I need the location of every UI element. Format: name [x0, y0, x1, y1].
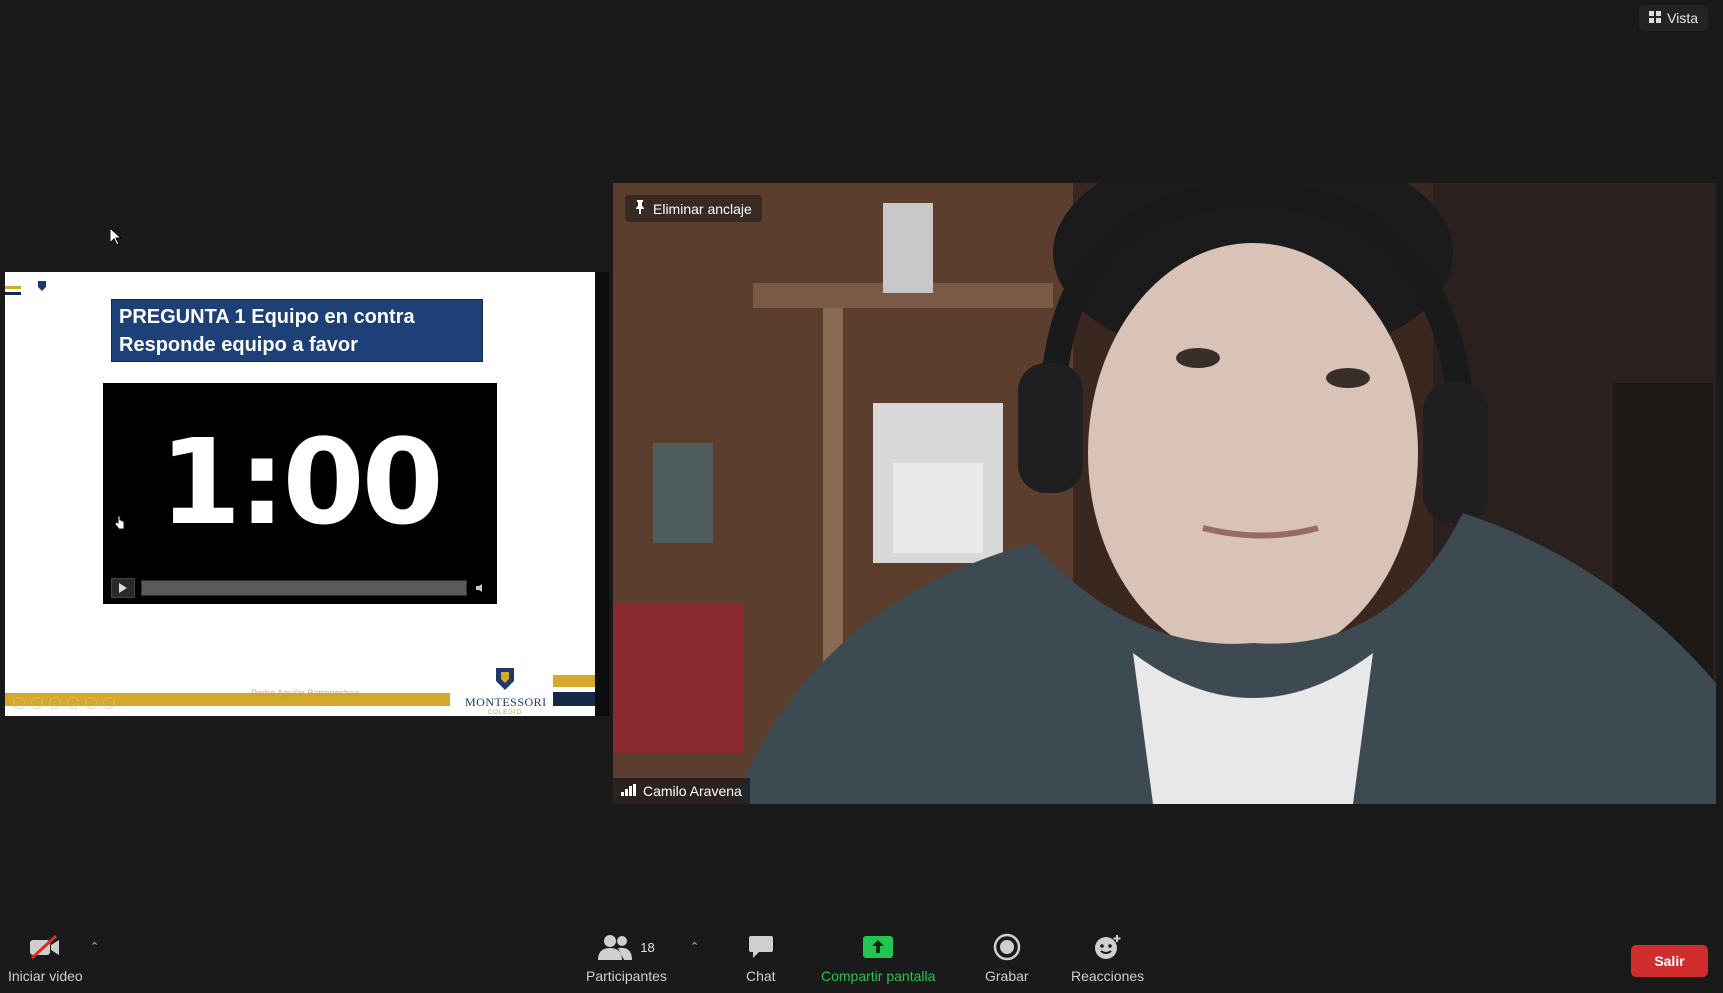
view-button[interactable]: Vista — [1639, 5, 1708, 31]
video-off-icon — [28, 932, 62, 962]
share-screen-icon — [862, 932, 894, 962]
start-video-label: Iniciar video — [8, 968, 83, 984]
right-gold-stripe — [553, 675, 595, 687]
unpin-label: Eliminar anclaje — [653, 200, 752, 217]
timer-video[interactable]: 1:00 — [103, 383, 497, 604]
volume-icon — [476, 584, 482, 592]
meeting-toolbar: Iniciar video ⌃ 18 Participantes ⌃ Chat … — [0, 922, 1723, 993]
montessori-logo: MONTESSORI COLEGIO — [465, 668, 547, 716]
participants-count: 18 — [640, 939, 655, 955]
reaction-emoji-icon — [1093, 932, 1123, 962]
slide-navigation-icons — [13, 697, 115, 709]
reactions-label: Reacciones — [1071, 968, 1145, 984]
pin-icon — [635, 200, 645, 217]
record-icon — [993, 932, 1021, 962]
participants-label: Participantes — [586, 968, 667, 984]
record-label: Grabar — [985, 968, 1029, 984]
grid-icon — [1649, 10, 1662, 26]
chat-label: Chat — [746, 968, 776, 984]
participants-options-caret-icon[interactable]: ⌃ — [690, 940, 699, 953]
participant-video-tile[interactable]: Eliminar anclaje Camilo Aravena — [613, 183, 1716, 804]
corner-stripes — [5, 286, 21, 298]
logo-sub: COLEGIO — [487, 710, 523, 716]
question-line-2: Responde equipo a favor — [119, 334, 358, 356]
play-icon — [119, 583, 127, 593]
share-screen-label: Compartir pantalla — [821, 968, 936, 984]
play-button[interactable] — [111, 578, 135, 598]
view-label: Vista — [1667, 10, 1698, 26]
chat-button[interactable]: Chat — [746, 932, 776, 984]
mouse-cursor-icon — [109, 226, 123, 251]
start-video-button[interactable]: Iniciar video — [8, 932, 83, 984]
leave-button[interactable]: Salir — [1631, 945, 1708, 977]
right-navy-stripe — [553, 692, 595, 706]
record-button[interactable]: Grabar — [985, 932, 1029, 984]
chat-icon — [747, 932, 775, 962]
shared-screen-slide: PREGUNTA 1 Equipo en contra Responde equ… — [5, 272, 595, 716]
volume-button[interactable] — [473, 580, 489, 596]
participants-button[interactable]: 18 Participantes — [586, 932, 667, 984]
timer-display: 1:00 — [159, 413, 444, 551]
video-options-caret-icon[interactable]: ⌃ — [90, 940, 99, 953]
share-screen-button[interactable]: Compartir pantalla — [821, 932, 935, 984]
footer-author: Pedro Aguilar Barrenechea — [250, 688, 360, 698]
participant-name-tag: Camilo Aravena — [613, 778, 750, 804]
media-seek-bar[interactable] — [141, 580, 467, 596]
question-line-1: PREGUNTA 1 Equipo en contra — [119, 306, 415, 328]
hand-pointer-icon — [114, 515, 125, 533]
signal-strength-icon — [621, 783, 637, 799]
media-player-controls — [111, 578, 489, 598]
unpin-button[interactable]: Eliminar anclaje — [625, 195, 762, 222]
reactions-button[interactable]: Reacciones — [1071, 932, 1144, 984]
mini-school-logo — [27, 281, 57, 292]
logo-name: MONTESSORI — [465, 695, 547, 709]
participant-name: Camilo Aravena — [643, 783, 742, 799]
shield-icon — [496, 668, 514, 690]
video-frame-image — [613, 183, 1716, 804]
slide-scroll-edge — [595, 272, 610, 716]
participants-icon: 18 — [598, 932, 655, 962]
question-box: PREGUNTA 1 Equipo en contra Responde equ… — [111, 299, 483, 362]
